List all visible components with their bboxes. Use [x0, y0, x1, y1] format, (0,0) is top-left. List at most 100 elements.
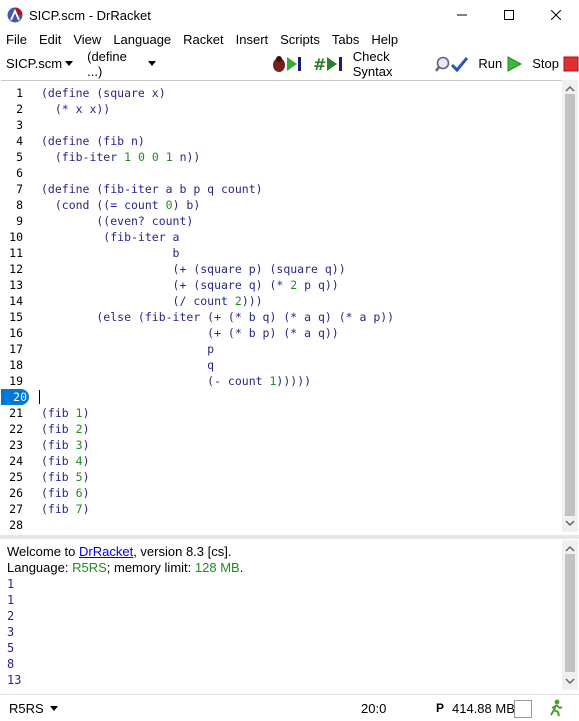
- code-line[interactable]: 2 (* x x)): [1, 101, 561, 117]
- run-label: Run: [478, 56, 503, 71]
- file-dropdown-label: SICP.scm: [6, 56, 63, 71]
- code-text: (fib 4): [41, 454, 90, 468]
- status-bar: R5RS 20:0 P 414.88 MB: [0, 694, 579, 721]
- code-text: ((even? count): [41, 214, 194, 228]
- minimize-icon: [457, 14, 467, 16]
- run-button[interactable]: Run: [478, 55, 523, 72]
- scroll-down-icon[interactable]: [562, 674, 578, 688]
- chevron-down-icon: [147, 61, 156, 66]
- memory-usage[interactable]: 414.88 MB: [452, 701, 515, 716]
- line-number: 25: [9, 470, 23, 484]
- file-dropdown[interactable]: SICP.scm: [6, 56, 74, 71]
- menu-help[interactable]: Help: [365, 30, 404, 50]
- line-number: 4: [16, 134, 23, 148]
- code-line[interactable]: 26 (fib 6): [1, 485, 561, 501]
- line-number: 9: [16, 214, 23, 228]
- editor-scroll-thumb[interactable]: [565, 94, 575, 516]
- line-number: 13: [9, 278, 23, 292]
- code-line[interactable]: 25 (fib 5): [1, 469, 561, 485]
- code-line[interactable]: 10 (fib-iter a: [1, 229, 561, 245]
- code-line[interactable]: 28: [1, 517, 561, 533]
- line-number: 1: [16, 86, 23, 100]
- code-line[interactable]: 15 (else (fib-iter (+ (* b q) (* a q) (*…: [1, 309, 561, 325]
- menu-scripts[interactable]: Scripts: [274, 30, 326, 50]
- code-line[interactable]: 16 (+ (* b p) (* a q)): [1, 325, 561, 341]
- code-text: (+ (square p) (square q)): [41, 262, 346, 276]
- menu-bar: File Edit View Language Racket Insert Sc…: [0, 30, 579, 50]
- code-line[interactable]: 20: [1, 389, 561, 405]
- code-line[interactable]: 18 q: [1, 357, 561, 373]
- line-number: 16: [9, 326, 23, 340]
- maximize-icon: [504, 10, 514, 20]
- line-number: 18: [9, 358, 23, 372]
- code-line[interactable]: 1 (define (square x): [1, 85, 561, 101]
- code-line[interactable]: 27 (fib 7): [1, 501, 561, 517]
- minimize-button[interactable]: [439, 0, 485, 30]
- menu-edit[interactable]: Edit: [33, 30, 67, 50]
- line-number: 19: [9, 374, 23, 388]
- repl-scroll-thumb[interactable]: [565, 554, 575, 672]
- welcome-line: Welcome to DrRacket, version 8.3 [cs].: [7, 544, 231, 560]
- code-line[interactable]: 7 (define (fib-iter a b p q count): [1, 181, 561, 197]
- line-number: 20: [1, 389, 29, 405]
- code-line[interactable]: 14 (/ count 2))): [1, 293, 561, 309]
- code-text: (- count 1))))): [41, 374, 312, 388]
- drracket-logo-icon: [7, 7, 23, 23]
- code-line[interactable]: 17 p: [1, 341, 561, 357]
- memory-limit: 128 MB: [194, 560, 240, 575]
- line-number: 28: [9, 518, 23, 532]
- repl-output-line: 3: [7, 625, 15, 639]
- line-number: 5: [16, 150, 23, 164]
- code-line[interactable]: 12 (+ (square p) (square q)): [1, 261, 561, 277]
- cursor-position: 20:0: [361, 700, 387, 716]
- code-text: (fib 6): [41, 486, 90, 500]
- close-button[interactable]: [533, 0, 579, 30]
- stop-button[interactable]: Stop: [532, 56, 579, 72]
- line-number: 15: [9, 310, 23, 324]
- editor-scrollbar[interactable]: [562, 80, 578, 532]
- code-line[interactable]: 4 (define (fib n): [1, 133, 561, 149]
- code-line[interactable]: 3: [1, 117, 561, 133]
- line-number: 11: [9, 246, 23, 260]
- code-line[interactable]: 19 (- count 1))))): [1, 373, 561, 389]
- macro-stepper-button[interactable]: #: [313, 55, 349, 73]
- code-line[interactable]: 13 (+ (square q) (* 2 p q)): [1, 277, 561, 293]
- check-syntax-button[interactable]: Check Syntax: [353, 49, 469, 79]
- code-line[interactable]: 24 (fib 4): [1, 453, 561, 469]
- repl-scrollbar[interactable]: [562, 540, 578, 690]
- code-line[interactable]: 23 (fib 3): [1, 437, 561, 453]
- menu-tabs[interactable]: Tabs: [326, 30, 365, 50]
- define-dropdown[interactable]: (define ...): [87, 49, 156, 79]
- code-line[interactable]: 9 ((even? count): [1, 213, 561, 229]
- code-text: (+ (* b p) (* a q)): [41, 326, 339, 340]
- drracket-link[interactable]: DrRacket: [79, 544, 133, 559]
- code-text: p: [41, 342, 215, 356]
- text-cursor: [39, 390, 40, 404]
- scroll-down-icon[interactable]: [562, 516, 578, 530]
- line-number: 3: [16, 118, 23, 132]
- line-number: 26: [9, 486, 23, 500]
- code-line[interactable]: 8 (cond ((= count 0) b): [1, 197, 561, 213]
- chevron-down-icon: [65, 61, 74, 66]
- debug-button[interactable]: [271, 55, 305, 73]
- code-line[interactable]: 5 (fib-iter 1 0 0 1 n)): [1, 149, 561, 165]
- code-text: (define (fib n): [41, 134, 145, 148]
- code-line[interactable]: 6: [1, 165, 561, 181]
- code-line[interactable]: 21 (fib 1): [1, 405, 561, 421]
- interactions-pane[interactable]: Welcome to DrRacket, version 8.3 [cs]. L…: [1, 540, 563, 690]
- code-line[interactable]: 22 (fib 2): [1, 421, 561, 437]
- definitions-editor[interactable]: 1 (define (square x) 2 (* x x)) 3 4 (define (…: [1, 80, 563, 533]
- code-text: (define (fib-iter a b p q count): [41, 182, 263, 196]
- menu-racket[interactable]: Racket: [177, 30, 229, 50]
- gc-indicator: [514, 700, 532, 718]
- menu-file[interactable]: File: [0, 30, 33, 50]
- code-line[interactable]: 11 b: [1, 245, 561, 261]
- language-dropdown[interactable]: R5RS: [9, 701, 58, 716]
- line-number: 17: [9, 342, 23, 356]
- toolbar: SICP.scm (define ...) # Check Syntax Run: [0, 49, 579, 79]
- menu-language[interactable]: Language: [107, 30, 177, 50]
- menu-insert[interactable]: Insert: [230, 30, 275, 50]
- pane-divider[interactable]: [0, 535, 579, 539]
- menu-view[interactable]: View: [67, 30, 107, 50]
- maximize-button[interactable]: [486, 0, 532, 30]
